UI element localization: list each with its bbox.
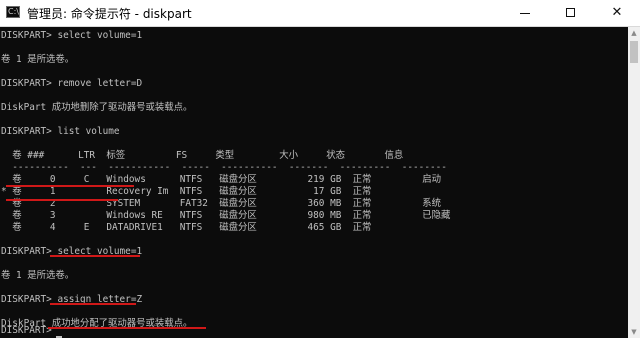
window-title: 管理员: 命令提示符 - diskpart [27, 7, 192, 21]
annotation-underline [6, 185, 134, 187]
annotation-underline [6, 199, 118, 201]
volume-table-header: 卷 ### LTR 标签 FS 类型 大小 状态 信息 [1, 150, 404, 161]
annotation-underline [48, 327, 206, 329]
volume-table-separator: ---------- --- ----------- ----- -------… [1, 162, 447, 173]
command-prompt-window: C:\ 管理员: 命令提示符 - diskpart ✕ DISKPART> se… [0, 0, 640, 338]
scroll-down-icon[interactable]: ▼ [628, 326, 640, 338]
vertical-scrollbar[interactable]: ▲ ▼ [628, 27, 640, 338]
cmd-app-icon: C:\ [6, 6, 20, 18]
console-line: DiskPart 成功地删除了驱动器号或装载点。 [1, 102, 193, 113]
scroll-up-icon[interactable]: ▲ [628, 27, 640, 39]
title-bar[interactable]: C:\ 管理员: 命令提示符 - diskpart ✕ [0, 0, 640, 27]
minimize-icon [520, 13, 530, 14]
console-line: DISKPART> select volume=1 [1, 30, 143, 41]
console-line: 卷 1 是所选卷。 [1, 54, 75, 65]
scrollbar-thumb[interactable] [630, 41, 638, 63]
close-icon: ✕ [611, 5, 623, 20]
console-line: DISKPART> list volume [1, 126, 120, 137]
maximize-icon [566, 8, 575, 17]
close-button[interactable]: ✕ [594, 0, 640, 26]
volume-row: 卷 3 Windows RE NTFS 磁盘分区 980 MB 正常 已隐藏 [1, 210, 451, 221]
console-output[interactable]: DISKPART> select volume=1 卷 1 是所选卷。 DISK… [0, 27, 628, 338]
volume-row: 卷 4 E DATADRIVE1 NTFS 磁盘分区 465 GB 正常 [1, 222, 372, 233]
volume-row-selected: * 卷 1 Recovery Im NTFS 磁盘分区 17 GB 正常 [1, 186, 372, 197]
minimize-button[interactable] [502, 0, 548, 26]
console-line: 卷 1 是所选卷。 [1, 270, 75, 281]
console-line: DISKPART> remove letter=D [1, 78, 143, 89]
maximize-button[interactable] [548, 0, 594, 26]
annotation-underline [50, 303, 136, 305]
annotation-underline [50, 255, 140, 257]
